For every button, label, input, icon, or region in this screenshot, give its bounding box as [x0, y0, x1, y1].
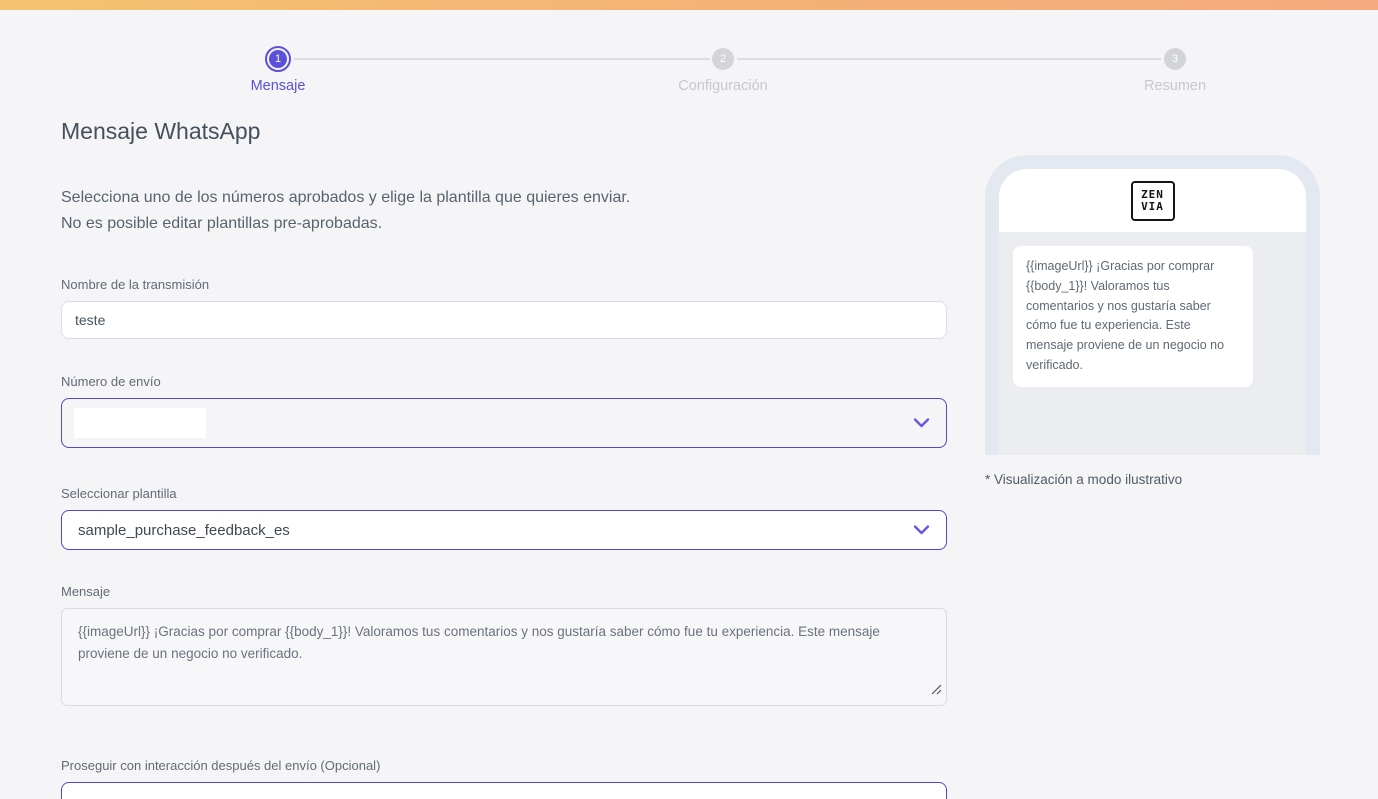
wizard-stepper: 1 Mensaje 2 Configuración 3 Resumen [0, 0, 1378, 100]
page-description-line1: Selecciona uno de los números aprobados … [61, 189, 631, 206]
broadcast-name-label: Nombre de la transmisión [61, 277, 210, 292]
step-2-label: Configuración [678, 78, 768, 94]
broadcast-name-input[interactable] [61, 301, 947, 339]
field-template: Seleccionar plantilla sample_purchase_fe… [61, 486, 947, 550]
preview-chat-header: ZEN VIA [999, 169, 1306, 232]
sender-number-select[interactable] [61, 398, 947, 448]
step-3-number: 3 [1164, 48, 1186, 70]
chevron-down-icon [913, 418, 930, 429]
sender-number-value [74, 408, 206, 438]
field-interaction: Proseguir con interacción después del en… [61, 758, 947, 799]
zenvia-logo-top: ZEN [1141, 187, 1164, 201]
page-title: Mensaje WhatsApp [61, 118, 261, 144]
zenvia-logo-bottom: VIA [1141, 199, 1164, 213]
step-resumen[interactable]: 3 Resumen [1095, 46, 1255, 94]
step-mensaje[interactable]: 1 Mensaje [198, 46, 358, 94]
step-configuracion[interactable]: 2 Configuración [643, 46, 803, 94]
step-2-circle: 2 [710, 46, 736, 72]
chevron-down-icon [913, 525, 930, 536]
message-label: Mensaje [61, 584, 111, 599]
page-description: Selecciona uno de los números aprobados … [61, 185, 947, 237]
step-3-label: Resumen [1143, 78, 1207, 94]
interaction-label: Proseguir con interacción después del en… [61, 758, 381, 773]
sender-number-label: Número de envío [61, 374, 161, 389]
page-description-line2: No es posible editar plantillas pre-apro… [61, 215, 383, 232]
resize-handle-icon[interactable] [931, 680, 942, 702]
step-1-circle: 1 [265, 46, 291, 72]
field-broadcast-name: Nombre de la transmisión [61, 277, 947, 339]
step-3-circle: 3 [1162, 46, 1188, 72]
step-1-number: 1 [269, 50, 287, 68]
step-1-label: Mensaje [250, 78, 306, 94]
field-message: Mensaje {{imageUrl}} ¡Gracias por compra… [61, 584, 947, 706]
template-label: Seleccionar plantilla [61, 486, 177, 501]
preview-caption: * Visualización a modo ilustrativo [985, 472, 1183, 487]
whatsapp-preview-phone: ZEN VIA {{imageUrl}} ¡Gracias por compra… [985, 155, 1320, 455]
template-select-value: sample_purchase_feedback_es [78, 521, 290, 539]
interaction-select[interactable]: Seleccionar interacción [61, 782, 947, 799]
step-2-number: 2 [712, 48, 734, 70]
field-sender-number: Número de envío [61, 374, 947, 448]
message-textarea[interactable]: {{imageUrl}} ¡Gracias por comprar {{body… [61, 608, 947, 706]
zenvia-logo-icon: ZEN VIA [1130, 180, 1175, 221]
preview-message-bubble: {{imageUrl}} ¡Gracias por comprar {{body… [1013, 246, 1253, 387]
message-text: {{imageUrl}} ¡Gracias por comprar {{body… [78, 624, 880, 662]
form-column: Mensaje WhatsApp Selecciona uno de los n… [61, 118, 947, 799]
template-select[interactable]: sample_purchase_feedback_es [61, 510, 947, 550]
